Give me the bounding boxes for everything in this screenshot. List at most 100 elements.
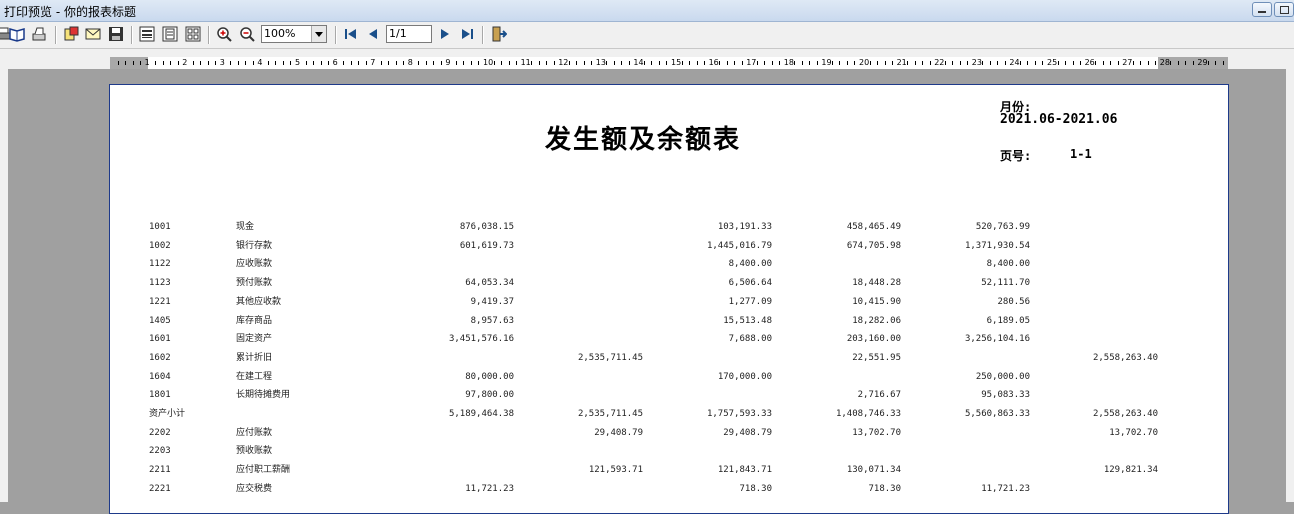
cell-name: 应收账款 <box>236 259 273 270</box>
ruler-number: 16 <box>708 58 719 67</box>
printer-setup-icon[interactable] <box>30 25 48 43</box>
cell-name: 其他应收款 <box>236 296 282 307</box>
zoom-select[interactable]: 100% <box>261 25 327 43</box>
preview-edge-right <box>1286 69 1294 502</box>
ruler-tick <box>1132 61 1134 65</box>
ruler-tick <box>1140 61 1142 65</box>
exit-icon[interactable] <box>490 25 508 43</box>
next-page-icon[interactable] <box>436 25 454 43</box>
page-number-input[interactable]: 1/1 <box>386 25 432 43</box>
ruler-tick <box>809 61 811 65</box>
mail-icon[interactable] <box>84 25 102 43</box>
ruler-number: 1 <box>144 58 150 67</box>
ruler-tick <box>215 61 217 65</box>
ruler-tick <box>1147 61 1149 65</box>
ruler-tick <box>553 61 555 65</box>
cell-code: 1405 <box>149 315 171 326</box>
ruler-tick <box>403 61 405 65</box>
ruler-tick <box>854 61 856 65</box>
multi-page-icon[interactable] <box>184 25 202 43</box>
cell-c1: 80,000.00 <box>465 371 514 382</box>
minimize-button[interactable] <box>1252 2 1272 17</box>
ruler-number: 2 <box>182 58 188 67</box>
save-icon[interactable] <box>107 25 125 43</box>
cell-code: 1221 <box>149 296 171 307</box>
cell-c3: 15,513.48 <box>723 315 772 326</box>
cell-c4: 22,551.95 <box>852 352 901 363</box>
cell-code: 1801 <box>149 390 171 401</box>
cell-c3: 29,408.79 <box>723 427 772 438</box>
ruler-tick <box>892 61 894 65</box>
ruler-number: 7 <box>370 58 376 67</box>
cell-code: 2211 <box>149 465 171 476</box>
cell-name: 银行存款 <box>236 240 273 251</box>
ruler-tick <box>816 61 818 65</box>
cell-name: 应付职工薪酬 <box>236 465 291 476</box>
chevron-down-icon[interactable] <box>311 26 326 42</box>
ruler-tick <box>125 61 127 65</box>
table-row: 资产小计 5,189,464.38 2,535,711.45 1,757,593.33… <box>110 405 1228 423</box>
cell-c1: 5,189,464.38 <box>448 409 514 419</box>
ruler-tick <box>831 61 833 65</box>
ruler-tick <box>741 61 743 65</box>
ruler-tick <box>350 61 352 65</box>
ruler-tick <box>516 61 518 65</box>
ruler-tick <box>425 61 427 65</box>
last-page-icon[interactable] <box>458 25 476 43</box>
ruler-number: 3 <box>219 58 225 67</box>
cell-c5: 95,083.33 <box>981 390 1030 401</box>
table-row: 1604 在建工程 80,000.00 170,000.00 250,000.00 <box>110 368 1228 386</box>
ruler-tick <box>583 61 585 65</box>
ruler-number: 15 <box>671 58 682 67</box>
ruler-tick <box>433 61 435 65</box>
ruler-tick <box>952 61 954 65</box>
ruler-tick <box>440 61 442 65</box>
cell-code: 2202 <box>149 427 171 438</box>
export-icon[interactable] <box>62 25 80 43</box>
zoom-in-icon[interactable] <box>215 25 233 43</box>
cell-code: 1002 <box>149 240 171 251</box>
ruler-tick <box>388 61 390 65</box>
table-row: 1123 预付账款 64,053.34 6,506.64 18,448.28 52,111… <box>110 274 1228 292</box>
restore-button[interactable] <box>1274 2 1294 17</box>
ruler-tick <box>658 61 660 65</box>
ruler-tick <box>132 61 134 65</box>
ruler-tick <box>380 61 382 65</box>
ruler-tick <box>771 61 773 65</box>
ruler-number: 10 <box>483 58 494 67</box>
report-page: 发生额及余额表 月份: 2021.06-2021.06 页号: 1-1 1001… <box>109 84 1229 514</box>
ruler-number: 13 <box>595 58 606 67</box>
cell-c2: 2,535,711.45 <box>577 352 643 363</box>
zoom-value: 100% <box>264 27 296 40</box>
ruler-number: 19 <box>821 58 832 67</box>
one-page-icon[interactable] <box>161 25 179 43</box>
ruler-tick <box>681 61 683 65</box>
toolbar-separator <box>335 26 337 44</box>
ruler-tick <box>192 61 194 65</box>
ruler-tick <box>643 61 645 65</box>
ruler-tick <box>117 61 119 65</box>
ruler-tick <box>320 61 322 65</box>
ruler-tick <box>207 61 209 65</box>
previous-page-icon[interactable] <box>364 25 382 43</box>
ruler-tick <box>801 61 803 65</box>
table-row: 1405 库存商品 8,957.63 15,513.48 18,282.06 6,189.… <box>110 312 1228 330</box>
open-book-icon[interactable] <box>8 25 26 43</box>
cell-name: 在建工程 <box>236 371 273 382</box>
ruler-number: 9 <box>445 58 451 67</box>
cell-c4: 203,160.00 <box>846 334 901 345</box>
ruler-number: 28 <box>1159 58 1170 67</box>
ruler-tick <box>1042 61 1044 65</box>
ruler-tick <box>628 61 630 65</box>
page-width-icon[interactable] <box>138 25 156 43</box>
cell-c1: 3,451,576.16 <box>448 334 514 345</box>
zoom-out-icon[interactable] <box>238 25 256 43</box>
table-row: 1801 长期待摊费用 97,800.00 2,716.67 95,083.33 <box>110 386 1228 404</box>
toolbar-separator <box>482 26 484 44</box>
ruler-number: 21 <box>896 58 907 67</box>
table-row: 2221 应交税费 11,721.23 718.30 718.30 11,721.23 <box>110 480 1228 498</box>
first-page-icon[interactable] <box>342 25 360 43</box>
ruler-tick <box>395 61 397 65</box>
cell-c5: 11,721.23 <box>981 483 1030 494</box>
cell-c4: 13,702.70 <box>852 427 901 438</box>
